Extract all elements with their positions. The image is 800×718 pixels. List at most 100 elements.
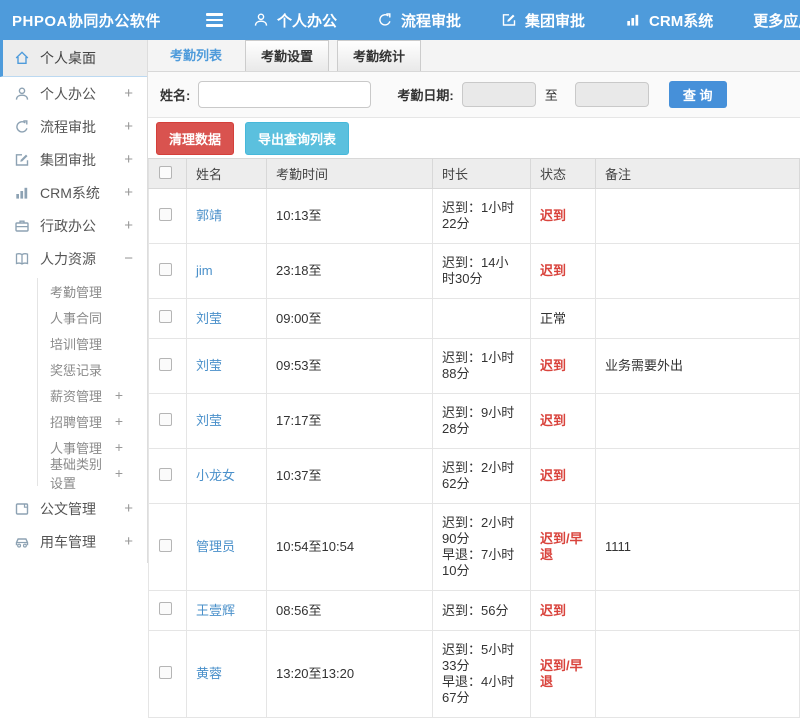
employee-name-link[interactable]: 小龙女 xyxy=(196,468,235,483)
document-icon xyxy=(14,501,30,517)
employee-name-link[interactable]: 黄蓉 xyxy=(196,666,222,681)
sidebar-subitem-label: 基础类别设置 xyxy=(50,457,103,491)
sidebar-submenu: 考勤管理 人事合同 培训管理 奖惩记录 薪资管理 + 招聘管理 + 人事管理 +… xyxy=(37,278,147,491)
expand-toggle-icon[interactable]: + xyxy=(124,533,133,550)
employee-name-link[interactable]: 王壹辉 xyxy=(196,603,235,618)
search-button[interactable]: 查 询 xyxy=(668,81,727,108)
employee-name-link[interactable]: 刘莹 xyxy=(196,311,222,326)
table-row: 小龙女 10:37至 迟到：2小时62分 迟到 xyxy=(148,448,800,504)
table-row: jim 23:18至 迟到：14小时30分 迟到 xyxy=(148,243,800,299)
expand-toggle-icon[interactable]: + xyxy=(115,465,123,481)
date-from-input[interactable] xyxy=(461,82,536,107)
sidebar-item-CRM系统[interactable]: CRM系统 + xyxy=(0,176,147,209)
sidebar-subitem-人事合同[interactable]: 人事合同 xyxy=(38,304,147,330)
status-badge: 迟到/早退 xyxy=(540,531,583,562)
sidebar-subitem-薪资管理[interactable]: 薪资管理 + xyxy=(38,382,147,408)
time-cell: 17:17至 xyxy=(266,393,433,449)
note-cell: 1111 xyxy=(595,503,800,591)
expand-toggle-icon[interactable]: + xyxy=(124,118,133,135)
employee-name-link[interactable]: 刘莹 xyxy=(196,358,222,373)
top-nav-item[interactable]: 集团审批 xyxy=(501,10,585,31)
name-filter-input[interactable] xyxy=(198,81,372,108)
status-badge: 迟到 xyxy=(540,413,567,428)
expand-toggle-icon[interactable]: + xyxy=(124,184,133,201)
expand-toggle-icon[interactable]: + xyxy=(124,85,133,102)
main-content: 考勤列表 考勤设置 考勤统计 姓名: 考勤日期: 至 查 询 清理数据 导出查询… xyxy=(148,40,800,718)
sidebar-item-label: 集团审批 xyxy=(40,151,96,168)
checkbox-cell xyxy=(148,243,187,299)
employee-name-link[interactable]: 郭靖 xyxy=(196,208,222,223)
expand-toggle-icon[interactable]: + xyxy=(124,217,133,234)
date-to-input[interactable] xyxy=(574,82,649,107)
tab-考勤设置[interactable]: 考勤设置 xyxy=(245,40,330,71)
expand-toggle-icon[interactable]: + xyxy=(124,151,133,168)
sidebar-item-label: 用车管理 xyxy=(40,533,96,550)
employee-name-link[interactable]: 刘莹 xyxy=(196,413,222,428)
table-row: 刘莹 17:17至 迟到：9小时28分 迟到 xyxy=(148,393,800,449)
time-cell: 09:53至 xyxy=(266,338,433,394)
top-nav-item[interactable]: CRM系统 xyxy=(625,10,713,31)
export-list-button[interactable]: 导出查询列表 xyxy=(245,121,350,155)
sidebar-item-流程审批[interactable]: 流程审批 + xyxy=(0,110,147,143)
duration-cell: 迟到：1小时22分 xyxy=(432,188,531,244)
top-nav-item[interactable]: 流程审批 xyxy=(377,10,461,31)
sidebar-item-公文管理[interactable]: 公文管理 + xyxy=(0,492,147,525)
tab-label: 考勤设置 xyxy=(261,49,314,64)
sidebar-subitem-考勤管理[interactable]: 考勤管理 xyxy=(38,278,147,304)
sidebar-item-label: 行政办公 xyxy=(40,217,96,234)
row-checkbox[interactable] xyxy=(159,412,172,426)
name-cell: jim xyxy=(186,243,267,299)
sidebar-item-行政办公[interactable]: 行政办公 + xyxy=(0,209,147,242)
row-checkbox[interactable] xyxy=(159,262,172,276)
sidebar-item-人力资源[interactable]: 人力资源 − xyxy=(0,242,147,275)
row-checkbox[interactable] xyxy=(159,467,172,481)
row-checkbox[interactable] xyxy=(159,665,172,679)
status-cell: 迟到 xyxy=(530,188,596,244)
top-nav-item-label: 流程审批 xyxy=(401,12,462,30)
menu-toggle-icon[interactable] xyxy=(206,10,223,30)
sidebar-item-用车管理[interactable]: 用车管理 + xyxy=(0,525,147,558)
row-checkbox[interactable] xyxy=(159,207,172,221)
status-badge: 迟到 xyxy=(540,208,567,223)
expand-toggle-icon[interactable]: + xyxy=(124,500,133,517)
note-cell xyxy=(595,630,800,718)
top-nav-item[interactable]: 个人办公 xyxy=(253,10,337,31)
tab-bar: 考勤列表 考勤设置 考勤统计 xyxy=(148,40,800,72)
row-checkbox[interactable] xyxy=(159,538,172,552)
expand-toggle-icon[interactable]: − xyxy=(124,250,133,267)
expand-toggle-icon[interactable]: + xyxy=(115,387,123,403)
row-checkbox[interactable] xyxy=(159,310,172,323)
row-checkbox[interactable] xyxy=(159,357,172,371)
top-nav-item[interactable]: 更多应用 xyxy=(753,10,800,31)
sidebar-subitem-奖惩记录[interactable]: 奖惩记录 xyxy=(38,356,147,382)
sidebar-item-个人桌面[interactable]: 个人桌面 xyxy=(0,40,147,77)
sidebar-item-集团审批[interactable]: 集团审批 + xyxy=(0,143,147,176)
top-nav-item-label: CRM系统 xyxy=(649,12,714,30)
table-row: 郭靖 10:13至 迟到：1小时22分 迟到 xyxy=(148,188,800,244)
tab-考勤统计[interactable]: 考勤统计 xyxy=(337,40,422,71)
status-badge: 迟到 xyxy=(540,602,567,618)
row-checkbox[interactable] xyxy=(159,602,172,615)
tab-考勤列表[interactable]: 考勤列表 xyxy=(155,40,237,71)
select-all-checkbox[interactable] xyxy=(159,165,172,179)
sidebar-item-个人办公[interactable]: 个人办公 + xyxy=(0,77,147,110)
workflow-icon xyxy=(14,119,30,135)
expand-toggle-icon[interactable]: + xyxy=(115,413,123,429)
duration-cell: 迟到：2小时62分 xyxy=(432,448,531,504)
top-nav: 个人办公 流程审批 集团审批 CRM系统 更多应用 xyxy=(253,10,800,31)
sidebar-item-label: CRM系统 xyxy=(40,184,100,201)
expand-toggle-icon[interactable]: + xyxy=(115,439,123,455)
sidebar-subitem-基础类别设置[interactable]: 基础类别设置 + xyxy=(38,457,147,491)
clean-data-button[interactable]: 清理数据 xyxy=(156,121,235,155)
employee-name-link[interactable]: 管理员 xyxy=(196,539,235,554)
checkbox-cell xyxy=(148,590,187,631)
sidebar-subitem-label: 培训管理 xyxy=(50,336,103,352)
time-cell: 08:56至 xyxy=(266,590,433,631)
sidebar-subitem-label: 人事合同 xyxy=(50,310,103,326)
employee-name-link[interactable]: jim xyxy=(196,263,213,278)
name-cell: 刘莹 xyxy=(186,298,267,339)
status-cell: 正常 xyxy=(530,298,596,339)
sidebar-subitem-培训管理[interactable]: 培训管理 xyxy=(38,330,147,356)
sidebar-subitem-招聘管理[interactable]: 招聘管理 + xyxy=(38,408,147,434)
sidebar-item-label: 个人桌面 xyxy=(40,50,96,66)
